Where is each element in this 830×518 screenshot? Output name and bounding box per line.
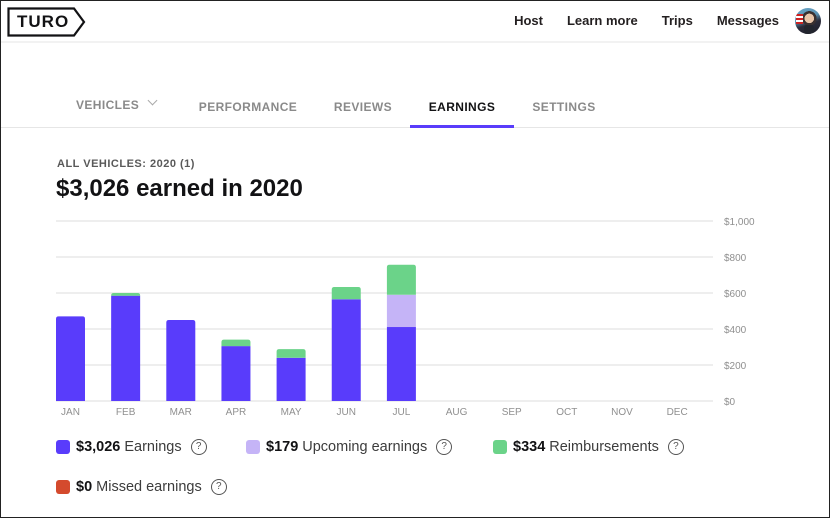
legend-item-reimbursements: $334 Reimbursements ? bbox=[493, 439, 684, 455]
bar-segment-earnings bbox=[166, 320, 196, 401]
bar-segment-reimbursements bbox=[386, 264, 416, 295]
missed-swatch bbox=[56, 480, 70, 494]
x-tick-label: JUN bbox=[337, 407, 356, 418]
tab-earnings[interactable]: EARNINGS bbox=[410, 89, 514, 128]
bar-segment-earnings bbox=[221, 346, 251, 401]
user-avatar[interactable] bbox=[795, 8, 821, 34]
legend-item-earnings: $3,026 Earnings ? bbox=[56, 439, 207, 455]
earnings-label: Earnings bbox=[124, 439, 182, 455]
bar-segment-earnings bbox=[56, 316, 85, 401]
earnings-swatch bbox=[56, 440, 70, 454]
legend-item-missed: $0 Missed earnings ? bbox=[56, 479, 227, 495]
logo-text: TURO bbox=[17, 12, 70, 31]
y-tick-label: $200 bbox=[724, 361, 747, 372]
tab-settings-label: SETTINGS bbox=[532, 100, 596, 114]
bar-segment-earnings bbox=[111, 295, 141, 401]
tab-settings[interactable]: SETTINGS bbox=[531, 89, 597, 127]
x-tick-label: APR bbox=[226, 407, 247, 418]
nav-learn-more-link[interactable]: Learn more bbox=[567, 8, 638, 34]
vehicle-tabs: VEHICLES PERFORMANCE REVIEWS EARNINGS SE… bbox=[1, 89, 829, 128]
tab-reviews-label: REVIEWS bbox=[333, 100, 393, 114]
x-tick-label: DEC bbox=[667, 407, 688, 418]
tab-vehicles[interactable]: VEHICLES bbox=[76, 87, 166, 125]
missed-amount: $0 bbox=[76, 479, 93, 495]
earnings-headline: $3,026 earned in 2020 bbox=[56, 175, 303, 202]
tab-performance-label: PERFORMANCE bbox=[198, 100, 298, 114]
x-tick-label: JUL bbox=[393, 407, 411, 418]
y-tick-label: $1,000 bbox=[724, 217, 755, 228]
x-tick-label: FEB bbox=[116, 407, 136, 418]
bar-segment-reimbursements bbox=[111, 293, 141, 296]
bar-segment-earnings bbox=[276, 357, 306, 401]
earnings-amount: $3,026 bbox=[76, 439, 121, 455]
bar-segment-reimbursements bbox=[276, 349, 306, 358]
reimbursements-label: Reimbursements bbox=[549, 439, 659, 455]
x-tick-label: OCT bbox=[556, 407, 577, 418]
x-tick-label: MAR bbox=[170, 407, 192, 418]
help-circle-icon[interactable]: ? bbox=[667, 439, 684, 455]
x-tick-label: AUG bbox=[446, 407, 468, 418]
x-tick-label: MAY bbox=[281, 407, 302, 418]
bar-segment-reimbursements bbox=[221, 339, 251, 347]
reimbursements-swatch bbox=[493, 440, 507, 454]
x-tick-label: SEP bbox=[502, 407, 522, 418]
nav-trips-link[interactable]: Trips bbox=[662, 8, 693, 34]
nav-host-link[interactable]: Host bbox=[514, 8, 543, 34]
bar-segment-earnings bbox=[331, 299, 361, 401]
tab-reviews[interactable]: REVIEWS bbox=[331, 89, 395, 127]
tab-vehicles-label: VEHICLES bbox=[76, 98, 140, 112]
x-tick-label: NOV bbox=[611, 407, 633, 418]
reimbursements-amount: $334 bbox=[513, 439, 546, 455]
bar-segment-reimbursements bbox=[331, 287, 361, 300]
top-navigation-bar: TURO Host Learn more Trips Messages bbox=[1, 1, 829, 43]
upcoming-swatch bbox=[246, 440, 260, 454]
tab-performance[interactable]: PERFORMANCE bbox=[197, 89, 299, 127]
bar-segment-upcoming bbox=[386, 294, 416, 328]
earnings-bar-chart: $0 $200 $400 $600 $800 $1,000 JAN FEB MAR APR MAY J… bbox=[56, 217, 755, 418]
y-tick-label: $600 bbox=[724, 289, 747, 300]
y-tick-label: $0 bbox=[724, 397, 736, 408]
chevron-down-icon bbox=[147, 95, 158, 106]
y-tick-label: $800 bbox=[724, 253, 747, 264]
nav-messages-link[interactable]: Messages bbox=[717, 8, 779, 34]
turo-logo[interactable]: TURO bbox=[7, 7, 87, 37]
tab-earnings-label: EARNINGS bbox=[428, 100, 496, 114]
x-tick-label: JAN bbox=[61, 407, 80, 418]
missed-label: Missed earnings bbox=[96, 479, 202, 495]
top-nav-links: Host Learn more Trips Messages bbox=[514, 8, 821, 34]
help-circle-icon[interactable]: ? bbox=[210, 479, 227, 495]
upcoming-amount: $179 bbox=[266, 439, 299, 455]
y-tick-label: $400 bbox=[724, 325, 747, 336]
vehicle-filter-subheading: ALL VEHICLES: 2020 (1) bbox=[57, 158, 195, 170]
help-circle-icon[interactable]: ? bbox=[436, 439, 453, 455]
upcoming-label: Upcoming earnings bbox=[302, 439, 428, 455]
help-circle-icon[interactable]: ? bbox=[190, 439, 207, 455]
bar-segment-earnings bbox=[386, 327, 416, 401]
legend-item-upcoming: $179 Upcoming earnings ? bbox=[246, 439, 453, 455]
